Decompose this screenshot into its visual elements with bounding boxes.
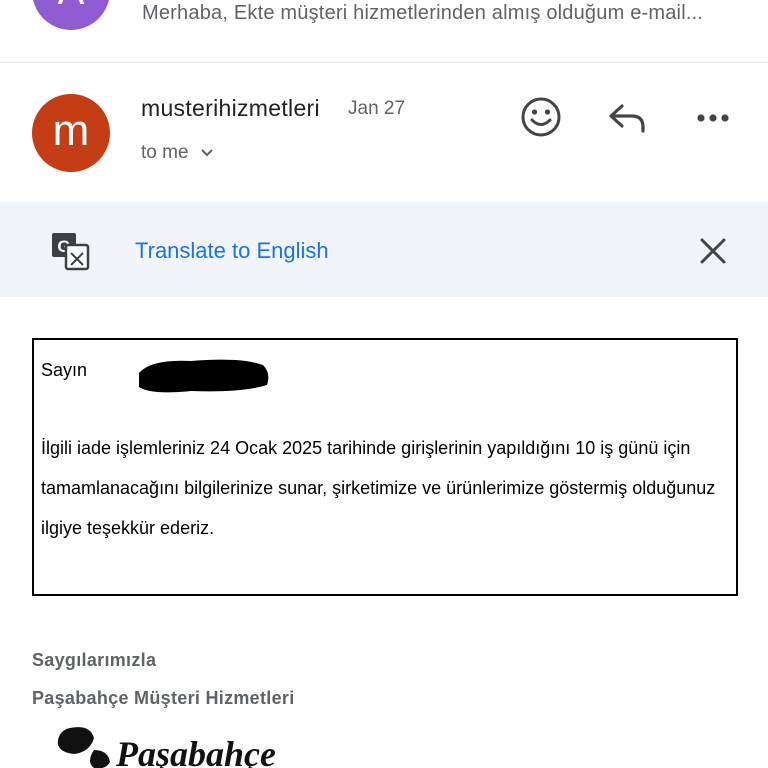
previous-email-snippet: Merhaba, Ekte müşteri hizmetlerinden alm…: [142, 2, 704, 24]
pasabahce-logo: Paşabahçe: [57, 727, 276, 768]
emoji-icon[interactable]: [520, 96, 562, 138]
translate-icon: G: [52, 233, 90, 271]
close-icon[interactable]: [698, 236, 728, 266]
chevron-down-icon: [201, 149, 213, 157]
message-body-box: Sayın İlgili iade işlemleriniz 24 Ocak 2…: [32, 338, 738, 596]
signature-closing: Saygılarımızla: [32, 650, 157, 670]
reply-icon[interactable]: [606, 100, 648, 136]
email-date: Jan 27: [348, 98, 406, 119]
svg-text:Paşabahçe: Paşabahçe: [115, 734, 276, 768]
sender-name[interactable]: musterihizmetleri: [141, 95, 320, 122]
previous-email-row[interactable]: A Merhaba, Ekte müşteri hizmetlerinden a…: [0, 0, 768, 63]
recipient-label: to me: [141, 142, 189, 163]
sender-avatar[interactable]: m: [32, 94, 110, 172]
translate-to-english-link[interactable]: Translate to English: [135, 238, 329, 264]
greeting: Sayın: [41, 360, 88, 380]
redacted-name-mark: [139, 359, 269, 393]
message-body-text: İlgili iade işlemleriniz 24 Ocak 2025 ta…: [41, 438, 716, 538]
signature-company: Paşabahçe Müşteri Hizmetleri: [32, 688, 295, 708]
recipient-details-toggle[interactable]: to me: [141, 142, 214, 164]
translate-bar: G Translate to English: [0, 202, 768, 297]
previous-email-avatar: A: [32, 0, 110, 30]
more-options-icon[interactable]: [694, 104, 734, 132]
